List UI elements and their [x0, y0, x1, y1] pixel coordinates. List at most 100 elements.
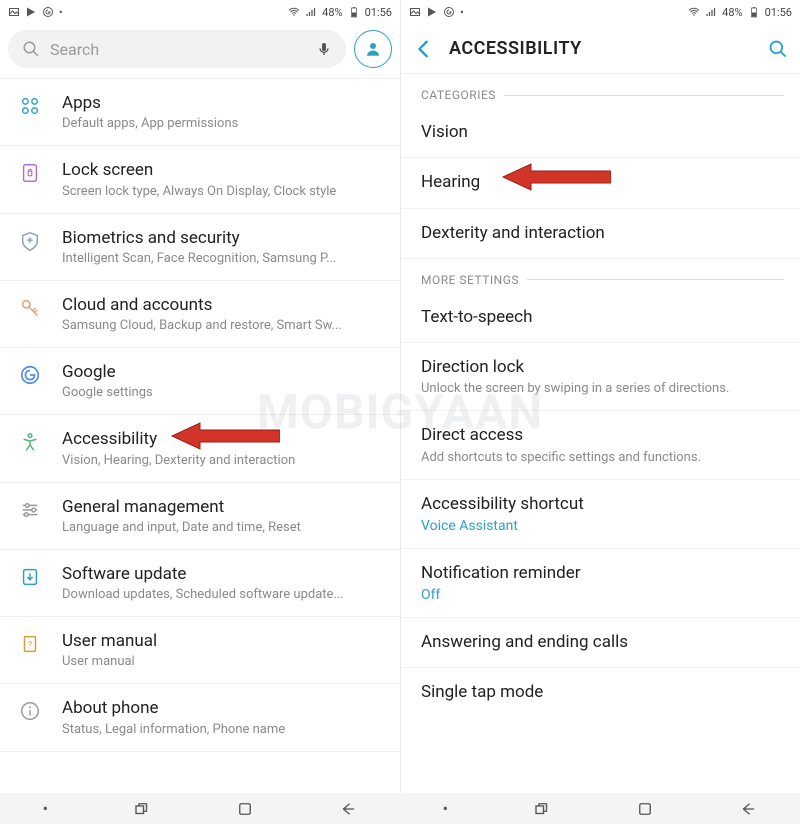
- signal-icon: [705, 6, 717, 18]
- accessibility-header: ACCESSIBILITY: [401, 24, 800, 74]
- page-title: ACCESSIBILITY: [449, 38, 768, 59]
- item-title: About phone: [62, 698, 388, 719]
- settings-item-apps[interactable]: Apps Default apps, App permissions: [0, 79, 400, 146]
- play-store-icon: [25, 6, 37, 18]
- accessibility-pane: • 48% 01:56 ACCESSIBILITY CATEGORIES Vis…: [400, 0, 800, 793]
- mic-icon[interactable]: [316, 41, 332, 57]
- item-sub: Language and input, Date and time, Reset: [62, 520, 388, 535]
- settings-item-lock-screen[interactable]: Lock screen Screen lock type, Always On D…: [0, 146, 400, 213]
- item-answering-ending-calls[interactable]: Answering and ending calls: [401, 618, 800, 668]
- settings-item-cloud[interactable]: Cloud and accountsSamsung Cloud, Backup …: [0, 281, 400, 348]
- category-vision[interactable]: Vision: [401, 108, 800, 158]
- status-bar: • 48% 01:56: [0, 0, 400, 24]
- clock-time: 01:56: [765, 6, 792, 19]
- item-value: Off: [421, 587, 784, 603]
- item-title: Software update: [62, 564, 388, 585]
- settings-item-google[interactable]: Google Google settings: [0, 348, 400, 415]
- item-direct-access[interactable]: Direct access Add shortcuts to specific …: [401, 411, 800, 479]
- item-direction-lock[interactable]: Direction lock Unlock the screen by swip…: [401, 343, 800, 411]
- signal-icon: [305, 6, 317, 18]
- item-title: Text-to-speech: [421, 307, 784, 328]
- item-title: Hearing: [421, 172, 784, 193]
- item-title: Accessibility shortcut: [421, 494, 784, 515]
- item-title: Single tap mode: [421, 682, 784, 703]
- back-button[interactable]: [339, 800, 357, 818]
- section-header-more: MORE SETTINGS: [401, 259, 800, 293]
- info-icon: [19, 700, 41, 722]
- search-icon[interactable]: [768, 39, 788, 59]
- status-bar: • 48% 01:56: [401, 0, 800, 24]
- item-title: Answering and ending calls: [421, 632, 784, 653]
- dot-icon: •: [59, 6, 63, 19]
- item-accessibility-shortcut[interactable]: Accessibility shortcut Voice Assistant: [401, 480, 800, 549]
- item-value: Voice Assistant: [421, 518, 784, 534]
- settings-list[interactable]: Apps Default apps, App permissions Lock s…: [0, 79, 400, 793]
- battery-icon: [348, 6, 360, 18]
- key-icon: [19, 297, 41, 319]
- settings-item-software-update[interactable]: Software update Download updates, Schedul…: [0, 550, 400, 617]
- search-header: Search: [0, 24, 400, 79]
- navigation-bar: • •: [0, 793, 800, 824]
- section-label: CATEGORIES: [421, 88, 496, 102]
- item-title: Apps: [62, 93, 388, 114]
- item-sub: Vision, Hearing, Dexterity and interacti…: [62, 453, 388, 468]
- item-sub: Intelligent Scan, Face Recognition, Sams…: [62, 251, 388, 266]
- item-title: Dexterity and interaction: [421, 223, 784, 244]
- wifi-icon: [288, 6, 300, 18]
- item-title: Lock screen: [62, 160, 388, 181]
- item-single-tap-mode[interactable]: Single tap mode: [401, 668, 800, 717]
- update-icon: [19, 566, 41, 588]
- settings-item-about-phone[interactable]: About phone Status, Legal information, Ph…: [0, 684, 400, 751]
- settings-item-user-manual[interactable]: ? User manual User manual: [0, 617, 400, 684]
- shield-icon: [19, 230, 41, 252]
- item-title: Accessibility: [62, 429, 388, 450]
- item-sub: Status, Legal information, Phone name: [62, 722, 388, 737]
- profile-button[interactable]: [354, 30, 392, 68]
- lock-icon: [19, 162, 41, 184]
- category-hearing[interactable]: Hearing: [401, 158, 800, 208]
- battery-percent: 48%: [322, 6, 342, 19]
- settings-item-general-management[interactable]: General management Language and input, Da…: [0, 483, 400, 550]
- item-title: General management: [62, 497, 388, 518]
- item-sub: Add shortcuts to specific settings and f…: [421, 450, 784, 465]
- item-sub: Download updates, Scheduled software upd…: [62, 587, 388, 602]
- wifi-icon: [688, 6, 700, 18]
- apps-icon: [19, 95, 41, 117]
- battery-percent: 48%: [722, 6, 742, 19]
- play-store-icon: [426, 6, 438, 18]
- item-title: Biometrics and security: [62, 228, 388, 249]
- item-title: Direction lock: [421, 357, 784, 378]
- google-g-icon: [443, 6, 455, 18]
- item-text-to-speech[interactable]: Text-to-speech: [401, 293, 800, 343]
- item-title: Notification reminder: [421, 563, 784, 584]
- recent-apps-button[interactable]: [533, 800, 551, 818]
- dot-icon: •: [43, 799, 48, 818]
- search-icon: [22, 40, 40, 58]
- accessibility-list[interactable]: CATEGORIES Vision Hearing Dexterity and …: [401, 74, 800, 793]
- item-title: User manual: [62, 631, 388, 652]
- category-dexterity[interactable]: Dexterity and interaction: [401, 209, 800, 259]
- settings-item-biometrics[interactable]: Biometrics and security Intelligent Scan,…: [0, 214, 400, 281]
- back-icon[interactable]: [413, 38, 435, 60]
- google-g-icon: [42, 6, 54, 18]
- item-title: Google: [62, 362, 388, 383]
- item-title: Vision: [421, 122, 784, 143]
- profile-icon: [364, 40, 382, 58]
- search-placeholder: Search: [50, 40, 306, 59]
- recent-apps-button[interactable]: [133, 800, 151, 818]
- item-sub: Default apps, App permissions: [62, 116, 388, 131]
- item-sub: Samsung Cloud, Backup and restore, Smart…: [62, 318, 388, 333]
- back-button[interactable]: [739, 800, 757, 818]
- item-sub: Google settings: [62, 385, 388, 400]
- home-button[interactable]: [236, 800, 254, 818]
- home-button[interactable]: [636, 800, 654, 818]
- sliders-icon: [19, 499, 41, 521]
- settings-main-pane: • 48% 01:56 Search: [0, 0, 400, 793]
- item-sub: User manual: [62, 654, 388, 669]
- google-icon: [19, 364, 41, 386]
- item-notification-reminder[interactable]: Notification reminder Off: [401, 549, 800, 618]
- search-input[interactable]: Search: [8, 30, 346, 68]
- item-sub: Screen lock type, Always On Display, Clo…: [62, 184, 388, 199]
- settings-item-accessibility[interactable]: Accessibility Vision, Hearing, Dexterity …: [0, 415, 400, 482]
- manual-icon: ?: [19, 633, 41, 655]
